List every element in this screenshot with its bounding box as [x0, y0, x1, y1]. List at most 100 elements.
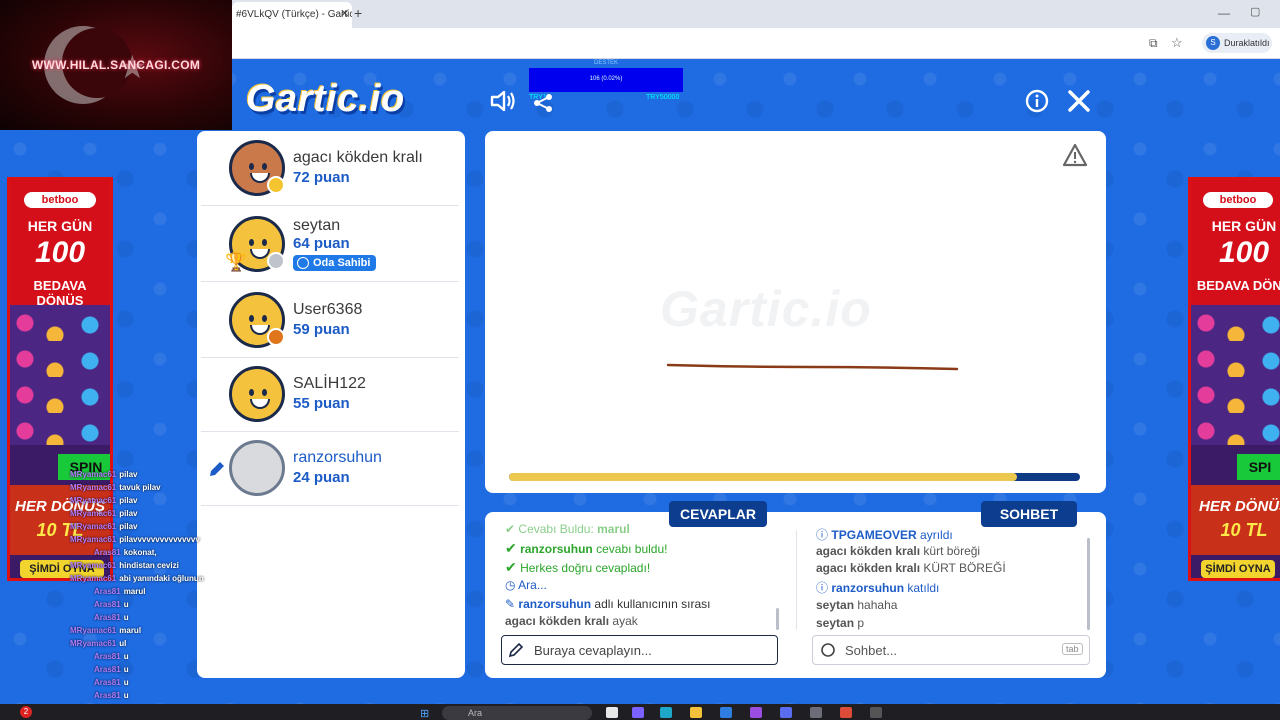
player-name: seytan [293, 217, 341, 234]
file-explorer-icon[interactable] [690, 707, 702, 718]
ad-spin-button[interactable]: SPI [1237, 454, 1280, 480]
stream-chat-line: Aras81u [94, 652, 129, 661]
app-icon[interactable] [750, 707, 762, 718]
discord-icon[interactable] [780, 707, 792, 718]
stream-chat-user: Aras81 [94, 665, 121, 674]
panel-divider [796, 530, 797, 630]
chat-scrollbar[interactable] [1087, 538, 1090, 630]
info-circle-icon: ⓘ [816, 581, 829, 595]
notification-badge[interactable]: 2 [20, 706, 32, 718]
answer-message: ✔ Herkes doğru cevapladı! [505, 559, 651, 575]
player-name: User6368 [293, 301, 363, 318]
report-warning-icon[interactable] [1062, 143, 1088, 167]
answer-input-placeholder: Buraya cevaplayın... [534, 643, 652, 658]
ad-slot-grid [10, 305, 110, 445]
stream-chat-line: MRyamac61 pilav [70, 496, 137, 505]
stream-chat-user: MRyamac61 [70, 535, 117, 544]
donation-label: DESTEK [593, 60, 618, 66]
close-icon[interactable] [1066, 88, 1092, 114]
stream-chat-user: MRyamac61 [70, 470, 117, 479]
windows-start-icon[interactable]: ⊞ [420, 707, 429, 720]
stream-chat-text: u [123, 652, 129, 661]
stream-chat-line: MRyamac61 pilav [70, 522, 137, 531]
player-status-dot [267, 176, 285, 194]
store-icon[interactable] [720, 707, 732, 718]
stream-chat-line: MRyamac61 marul [70, 626, 141, 635]
stream-chat-text: pilav [119, 522, 138, 531]
stream-chat-text: pilav [119, 509, 138, 518]
speaker-icon[interactable] [489, 88, 517, 114]
player-row[interactable]: User6368 59 puan [201, 283, 459, 358]
chat-tab[interactable]: SOHBET [981, 501, 1077, 527]
new-tab-button[interactable]: + [354, 5, 362, 21]
edge-icon[interactable] [660, 707, 672, 718]
player-avatar [229, 366, 285, 422]
stream-chat-line: MRyamac61 pilav [70, 509, 137, 518]
stream-chat-text: u [123, 691, 129, 700]
player-points: 24 puan [293, 469, 350, 486]
ad-cta-button[interactable]: ŞİMDİ OYNA [1201, 560, 1275, 578]
pencil-icon [508, 642, 524, 658]
player-row[interactable]: 🏆 seytan 64 puan Oda Sahibi [201, 207, 459, 282]
stream-chat-text: u [123, 678, 129, 687]
ad-number: 100 [34, 236, 86, 269]
stream-chat-text: u [123, 613, 129, 622]
stream-chat-text: kokonat, [123, 548, 157, 557]
settings-icon[interactable] [870, 707, 882, 718]
chat-message: ⓘ ranzorsuhun katıldı [816, 581, 940, 595]
stream-chat-user: MRyamac61 [70, 639, 117, 648]
copilot-icon[interactable] [632, 707, 644, 718]
answers-scrollbar[interactable] [776, 608, 779, 630]
browser-tab[interactable]: #6VLkQV (Türkçe) - Gartic [232, 2, 352, 28]
timer-bar-fill [509, 473, 1018, 481]
player-points: 59 puan [293, 321, 350, 338]
profile-avatar: S [1206, 36, 1220, 50]
canvas-watermark: Gartic.io [660, 281, 872, 337]
info-icon[interactable] [1025, 89, 1049, 113]
stream-overlay-logo: ★ WWW.HILAL.SANCAGI.COM [0, 0, 232, 130]
ad-headline: HER GÜN [27, 218, 93, 234]
stream-chat-user: MRyamac61 [70, 483, 117, 492]
player-row[interactable]: SALİH122 55 puan [201, 357, 459, 432]
minimize-icon[interactable]: — [1218, 6, 1230, 20]
drawn-stroke [666, 363, 959, 371]
stream-chat-user: MRyamac61 [70, 509, 117, 518]
ad-brand-logo: betboo [1203, 192, 1273, 208]
stream-chat-text: u [123, 665, 129, 674]
player-row[interactable]: agacı kökden kralı 72 puan [201, 131, 459, 206]
chrome-icon[interactable] [840, 707, 852, 718]
left-ad-banner[interactable]: betboo HER GÜN 100 BEDAVA DÖNÜŞ SPIN HER… [7, 177, 113, 581]
answer-message: ✔ ranzorsuhun cevabı buldu! [505, 540, 668, 556]
tab-close-icon[interactable]: ✕ [340, 7, 349, 20]
maximize-icon[interactable]: ▢ [1250, 5, 1260, 18]
stream-chat-text: pilavvvvvvvvvvvvvvv [119, 535, 200, 544]
answers-tab[interactable]: CEVAPLAR [669, 501, 767, 527]
answer-message: ✔ Cevabı Buldu: marul [505, 522, 630, 536]
answer-message: ✎ ranzorsuhun adlı kullanıcının sırası [505, 597, 711, 611]
stream-chat-line: MRyamac61 ul [70, 639, 126, 648]
install-app-icon[interactable]: ⧉ [1149, 36, 1158, 51]
ad-bottom-amount: 10 TL [1220, 520, 1268, 540]
answer-message: ◷ Ara... [505, 578, 547, 592]
taskview-icon[interactable] [606, 707, 618, 718]
taskbar-search[interactable]: Ara [442, 706, 592, 720]
player-row-current-drawer[interactable]: ranzorsuhun 24 puan [201, 431, 459, 506]
right-ad-banner[interactable]: betboo HER GÜN 100 BEDAVA DÖNÜ SPI HER D… [1188, 177, 1280, 581]
stream-chat-text: abi yanındaki oğlunun [119, 574, 204, 583]
ad-number: 100 [1218, 236, 1270, 269]
stream-chat-line: MRyamac61 hindistan cevizi [70, 561, 179, 570]
stream-chat-text: tavuk pilav [119, 483, 161, 492]
obs-icon[interactable] [810, 707, 822, 718]
players-panel: agacı kökden kralı 72 puan 🏆 seytan 64 p… [197, 131, 465, 678]
browser-tab-strip [232, 0, 1280, 28]
share-icon[interactable] [532, 92, 554, 114]
room-owner-badge: Oda Sahibi [293, 255, 377, 271]
overlay-url-text: WWW.HILAL.SANCAGI.COM [31, 58, 201, 72]
check-icon: ✔ [505, 540, 517, 556]
room-owner-label: Oda Sahibi [313, 257, 371, 269]
stream-chat-line: MRyamac61 pilavvvvvvvvvvvvvvv [70, 535, 200, 544]
ad-bottom-headline: HER DÖNÜŞ [1198, 498, 1280, 515]
chat-message: agacı kökden kralı kürt böreği [816, 544, 981, 558]
bookmark-star-icon[interactable]: ☆ [1171, 35, 1183, 51]
gartic-logo[interactable]: Gartic.io [246, 78, 405, 121]
